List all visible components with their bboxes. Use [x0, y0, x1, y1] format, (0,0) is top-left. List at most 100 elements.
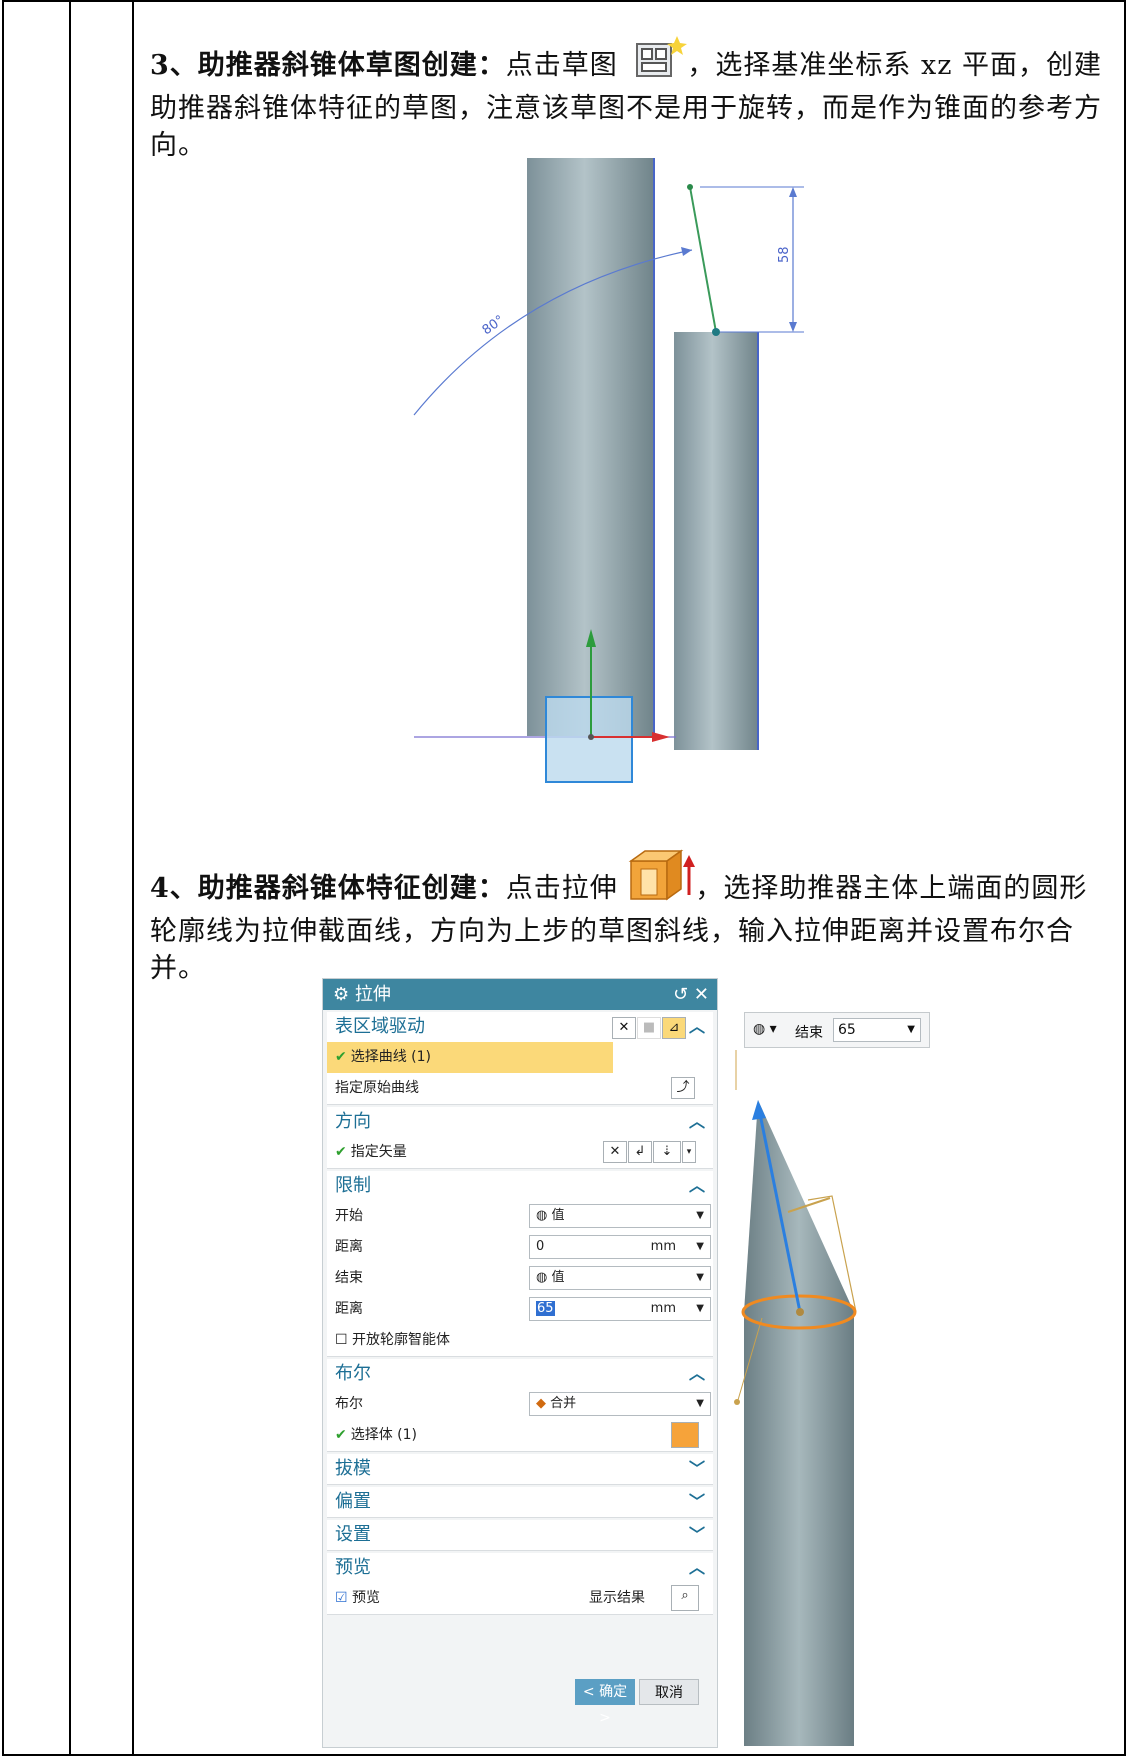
chevron-up-icon[interactable]: ︿ — [689, 1107, 705, 1137]
checkbox-unchecked[interactable]: ☐ — [335, 1332, 352, 1348]
chevron-up-icon[interactable]: ︿ — [689, 1553, 705, 1583]
section-settings: 设置 ﹀ — [327, 1520, 713, 1551]
start-select[interactable]: ◍ 值 ▼ — [529, 1204, 711, 1228]
ok-button[interactable]: < 确定 > — [575, 1679, 635, 1726]
start-label: 开始 — [335, 1208, 363, 1224]
section-direction: 方向 ︿ ✔ 指定矢量 ✕ ↲ ⇣ ▾ — [327, 1107, 713, 1169]
value-type-icon: ◍ — [536, 1270, 552, 1285]
boolean-row: 布尔 ◆ 合并 ▼ — [327, 1389, 713, 1420]
step3-title: 3、助推器斜锥体草图创建： — [150, 50, 506, 81]
end-distance-value: 65 — [536, 1301, 555, 1316]
sketch-slant-line — [689, 186, 717, 333]
curve-pick-icon[interactable]: ⤴ — [671, 1077, 695, 1099]
select-curve-label: 选择曲线 (1) — [350, 1049, 432, 1065]
gear-icon: ⚙ — [333, 984, 350, 1005]
start-distance-unit: mm — [650, 1239, 676, 1254]
body-cube-icon[interactable] — [671, 1422, 699, 1448]
vector-dialog-button[interactable]: ↲ — [628, 1141, 652, 1163]
floating-end-input[interactable]: 65 ▼ — [833, 1018, 921, 1042]
select-curve-row[interactable]: ✔ 选择曲线 (1) — [327, 1042, 613, 1073]
check-icon: ✔ — [335, 1144, 347, 1160]
original-curve-label: 指定原始曲线 — [335, 1080, 419, 1096]
cancel-button[interactable]: 取消 — [639, 1679, 699, 1705]
floating-end-value: 65 — [838, 1022, 856, 1038]
chevron-down-icon[interactable]: ﹀ — [689, 1454, 705, 1484]
datum-plane-handle — [545, 696, 633, 783]
sketch-icon — [627, 36, 688, 90]
curve-rule-button[interactable]: ✕ — [612, 1017, 636, 1039]
boolean-select-value: 合并 — [550, 1396, 577, 1411]
magnifier-icon[interactable]: ⌕ — [671, 1585, 699, 1611]
value-type-icon[interactable]: ◍ ▾ — [753, 1021, 777, 1037]
chevron-down-icon: ▼ — [696, 1272, 704, 1283]
section-header-limits[interactable]: 限制 ︿ — [327, 1171, 713, 1201]
check-icon: ✔ — [335, 1427, 347, 1443]
dialog-title-bar: ⚙ 拉伸 ↺ ✕ — [323, 979, 717, 1010]
column-divider-2 — [132, 2, 134, 1754]
chevron-up-icon[interactable]: ︿ — [689, 1012, 705, 1042]
section-label-boolean: 布尔 — [335, 1363, 371, 1384]
reverse-direction-button[interactable]: ✕ — [603, 1141, 627, 1163]
start-distance-input[interactable]: 0 mm ▼ — [529, 1235, 711, 1259]
end-distance-input[interactable]: 65 mm ▼ — [529, 1297, 711, 1321]
booster-body — [744, 1310, 854, 1746]
preview-row: ☑ 预览 显示结果 ⌕ — [327, 1583, 713, 1614]
extrude-icon — [627, 847, 696, 913]
section-label-direction: 方向 — [335, 1111, 371, 1132]
section-header-preview[interactable]: 预览 ︿ — [327, 1553, 713, 1583]
section-header-boolean[interactable]: 布尔 ︿ — [327, 1359, 713, 1389]
end-select[interactable]: ◍ 值 ▼ — [529, 1266, 711, 1290]
dimension-length-label: 58 — [777, 246, 792, 263]
select-body-label: 选择体 (1) — [350, 1427, 418, 1443]
section-region: 表区域驱动 ︿ ✔ 选择曲线 (1) ✕ ■ ⊿ 指定原始曲线 ⤴ — [327, 1012, 713, 1105]
start-row: 开始 ◍ 值 ▼ — [327, 1201, 713, 1232]
section-label-preview: 预览 — [335, 1557, 371, 1578]
open-profile-row[interactable]: ☐ 开放轮廓智能体 — [327, 1325, 713, 1356]
section-curve-button[interactable]: ⊿ — [662, 1017, 686, 1039]
section-header-offset[interactable]: 偏置 ﹀ — [327, 1487, 713, 1517]
section-header-direction[interactable]: 方向 ︿ — [327, 1107, 713, 1137]
column-divider-1 — [69, 2, 71, 1754]
section-header-settings[interactable]: 设置 ﹀ — [327, 1520, 713, 1550]
vector-label: 指定矢量 — [350, 1144, 407, 1160]
floating-end-toolbar: ◍ ▾ 结束 65 ▼ — [744, 1012, 930, 1048]
section-boolean: 布尔 ︿ 布尔 ◆ 合并 ▼ ✔ 选择体 (1) — [327, 1359, 713, 1452]
chevron-down-icon: ▼ — [696, 1303, 704, 1314]
chevron-down-icon: ▼ — [696, 1210, 704, 1221]
chevron-up-icon[interactable]: ︿ — [689, 1171, 705, 1201]
unite-icon: ◆ — [536, 1396, 551, 1411]
chevron-up-icon[interactable]: ︿ — [689, 1359, 705, 1389]
dialog-window-controls[interactable]: ↺ ✕ — [673, 979, 709, 1010]
end-select-value: 值 — [551, 1270, 565, 1285]
start-select-value: 值 — [551, 1208, 565, 1223]
original-curve-row[interactable]: 指定原始曲线 ⤴ — [327, 1073, 713, 1104]
preview-label: 预览 — [352, 1590, 381, 1606]
section-label-offset: 偏置 — [335, 1491, 371, 1512]
chevron-down-icon[interactable]: ﹀ — [689, 1487, 705, 1517]
chevron-down-icon[interactable]: ﹀ — [689, 1520, 705, 1550]
start-distance-row: 距离 0 mm ▼ — [327, 1232, 713, 1263]
chevron-down-icon: ▼ — [696, 1398, 704, 1409]
end-distance-row: 距离 65 mm ▼ — [327, 1294, 713, 1325]
section-label-limits: 限制 — [335, 1175, 371, 1196]
section-header-draft[interactable]: 拔模 ﹀ — [327, 1454, 713, 1484]
end-distance-label: 距离 — [335, 1301, 363, 1317]
section-label-settings: 设置 — [335, 1524, 371, 1545]
checkbox-checked[interactable]: ☑ — [335, 1590, 352, 1606]
end-row: 结束 ◍ 值 ▼ — [327, 1263, 713, 1294]
show-result-label: 显示结果 — [589, 1590, 645, 1606]
dialog-title: 拉伸 — [354, 984, 391, 1005]
step4-extrude-preview — [734, 1050, 857, 1746]
select-body-row[interactable]: ✔ 选择体 (1) — [327, 1420, 713, 1451]
chevron-down-icon: ▼ — [696, 1241, 704, 1252]
section-preview: 预览 ︿ ☑ 预览 显示结果 ⌕ — [327, 1553, 713, 1615]
vector-dropdown-arrow[interactable]: ▾ — [682, 1141, 696, 1163]
section-label-draft: 拔模 — [335, 1458, 371, 1479]
boolean-select[interactable]: ◆ 合并 ▼ — [529, 1392, 711, 1416]
vector-type-button[interactable]: ⇣ — [653, 1141, 681, 1163]
step3-sketch-figure: 58 80° — [413, 158, 804, 783]
filter-button[interactable]: ■ — [637, 1017, 661, 1039]
value-type-icon: ◍ — [536, 1208, 552, 1223]
vector-row[interactable]: ✔ 指定矢量 ✕ ↲ ⇣ ▾ — [327, 1137, 713, 1168]
section-offset: 偏置 ﹀ — [327, 1487, 713, 1518]
